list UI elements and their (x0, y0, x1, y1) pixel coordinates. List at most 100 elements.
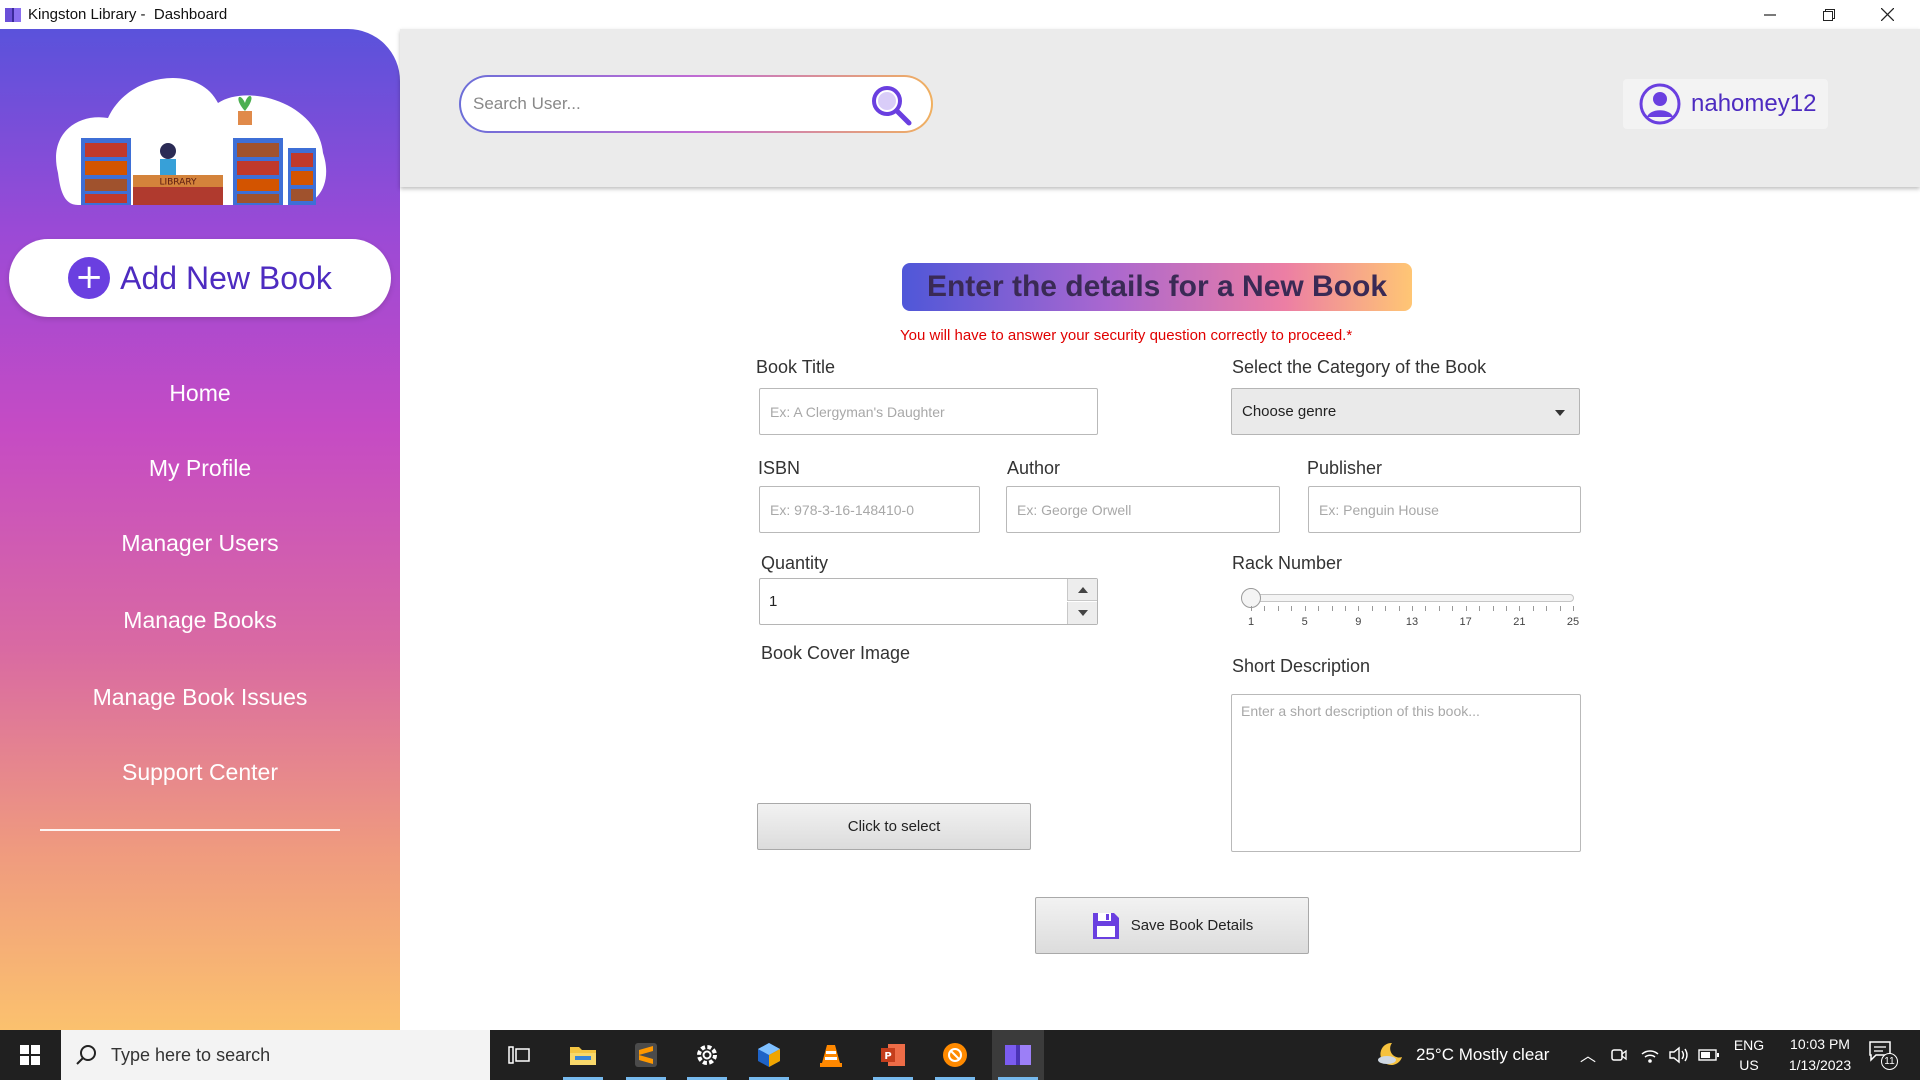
slider-tick-label: 13 (1405, 616, 1419, 628)
slider-tick (1559, 606, 1561, 611)
isbn-label: ISBN (758, 458, 801, 478)
slider-tick (1492, 606, 1494, 611)
quantity-stepper[interactable]: 1 (759, 578, 1098, 625)
plus-icon: + (68, 257, 111, 299)
title-bar: Kingston Library - Dashboard (0, 0, 1920, 29)
sublime-text-icon (635, 1043, 657, 1067)
restore-button[interactable] (1800, 0, 1858, 29)
slider-tick-label: 21 (1513, 616, 1526, 628)
chevron-up-icon[interactable]: ︿ (1580, 1042, 1596, 1066)
notification-button[interactable]: 11 (1868, 1040, 1900, 1070)
add-new-book-button[interactable]: + Add New Book (9, 239, 391, 317)
slider-tick (1264, 606, 1266, 611)
slider-tick (1304, 606, 1306, 611)
user-profile-chip[interactable]: nahomey12 (1623, 79, 1828, 129)
minimize-icon (1764, 13, 1776, 16)
sidebar-item-manage-books[interactable]: Manage Books (0, 607, 400, 634)
header: nahomey12 (400, 29, 1920, 187)
taskbar-settings[interactable] (681, 1030, 733, 1080)
rack-number-slider[interactable]: 1 5 9 13 17 21 25 (1238, 584, 1580, 634)
slider-tick (1452, 606, 1454, 611)
slider-tick (1251, 606, 1252, 611)
publisher-input[interactable] (1308, 486, 1581, 533)
language-top[interactable]: ENG (1732, 1037, 1766, 1053)
user-search-box (459, 75, 933, 133)
slider-tick (1385, 606, 1387, 611)
rack-number-label: Rack Number (1232, 553, 1343, 573)
slider-tick-label: 25 (1566, 616, 1580, 628)
slider-tick (1344, 606, 1346, 611)
user-search-input[interactable] (473, 77, 853, 131)
meet-now-icon[interactable] (1610, 1046, 1628, 1064)
category-select[interactable]: Choose genre (1231, 388, 1580, 435)
search-icon (76, 1045, 96, 1065)
save-book-details-label: Save Book Details (1130, 917, 1254, 934)
taskbar-virtualbox[interactable] (743, 1030, 795, 1080)
taskbar-sublime-text[interactable] (620, 1030, 672, 1080)
language-bottom[interactable]: US (1732, 1057, 1766, 1073)
quantity-decrement-button[interactable] (1067, 602, 1097, 624)
slider-tick-label: 1 (1247, 616, 1255, 628)
library-book-icon (1005, 1045, 1031, 1065)
sidebar-item-home[interactable]: Home (0, 380, 400, 407)
close-button[interactable] (1858, 0, 1916, 29)
short-description-textarea[interactable] (1231, 694, 1581, 852)
taskbar-search-placeholder: Type here to search (111, 1044, 271, 1065)
minimize-button[interactable] (1741, 0, 1799, 29)
slider-tick (1331, 606, 1333, 611)
slider-tick (1358, 606, 1360, 611)
select-cover-image-button[interactable]: Click to select (757, 803, 1031, 850)
start-button[interactable] (0, 1030, 60, 1080)
clock-date[interactable]: 1/13/2023 (1775, 1057, 1865, 1073)
library-logo: LIBRARY (56, 77, 327, 205)
chevron-down-icon (1555, 410, 1565, 416)
volume-icon[interactable] (1668, 1045, 1690, 1065)
quantity-value: 1 (769, 593, 778, 610)
sidebar-divider (40, 829, 340, 831)
restore-icon (1823, 8, 1835, 21)
sidebar-item-support-center[interactable]: Support Center (0, 759, 400, 786)
taskbar-vlc[interactable] (805, 1030, 857, 1080)
battery-icon[interactable] (1698, 1047, 1720, 1063)
username: nahomey12 (1691, 90, 1817, 117)
windows-icon (20, 1045, 40, 1065)
weather-moon-icon (1378, 1042, 1402, 1065)
window-title: Kingston Library - Dashboard (28, 6, 228, 23)
sidebar-item-manage-book-issues[interactable]: Manage Book Issues (0, 684, 400, 711)
taskbar-brave[interactable] (929, 1030, 981, 1080)
taskbar: Type here to search P 25°C Mostly clear … (0, 1030, 1920, 1080)
book-title-input[interactable] (759, 388, 1098, 435)
arrow-down-icon (1077, 610, 1088, 616)
form-title: Enter the details for a New Book (902, 263, 1412, 311)
taskbar-library-app[interactable] (992, 1030, 1044, 1080)
sidebar: LIBRARY + Add New Book Home My Profile M… (0, 29, 400, 1030)
slider-tick (1479, 606, 1481, 611)
brave-icon (943, 1043, 967, 1067)
slider-thumb[interactable] (1241, 588, 1261, 608)
save-book-details-button[interactable]: Save Book Details (1035, 897, 1309, 954)
sidebar-item-manager-users[interactable]: Manager Users (0, 530, 400, 557)
slider-tick (1519, 606, 1521, 611)
sidebar-item-my-profile[interactable]: My Profile (0, 455, 400, 482)
wifi-icon[interactable] (1640, 1046, 1660, 1064)
taskbar-search-box[interactable]: Type here to search (61, 1030, 490, 1080)
taskbar-powerpoint[interactable]: P (867, 1030, 919, 1080)
taskbar-file-explorer[interactable] (557, 1030, 609, 1080)
folder-icon (570, 1047, 596, 1065)
author-input[interactable] (1006, 486, 1280, 533)
powerpoint-icon: P (881, 1044, 905, 1066)
category-select-value: Choose genre (1242, 403, 1337, 420)
weather-text[interactable]: 25°C Mostly clear (1416, 1045, 1549, 1065)
slider-tick (1371, 606, 1373, 611)
security-warning: You will have to answer your security qu… (900, 327, 1353, 344)
book-title-label: Book Title (756, 357, 836, 377)
svg-text:P: P (884, 1051, 891, 1062)
search-icon[interactable] (869, 83, 913, 127)
gear-icon (697, 1045, 717, 1065)
task-view-button[interactable] (493, 1030, 545, 1080)
save-icon (1092, 912, 1119, 939)
app-book-icon (5, 7, 21, 22)
quantity-increment-button[interactable] (1067, 579, 1097, 601)
clock-time[interactable]: 10:03 PM (1775, 1036, 1865, 1052)
isbn-input[interactable] (759, 486, 980, 533)
